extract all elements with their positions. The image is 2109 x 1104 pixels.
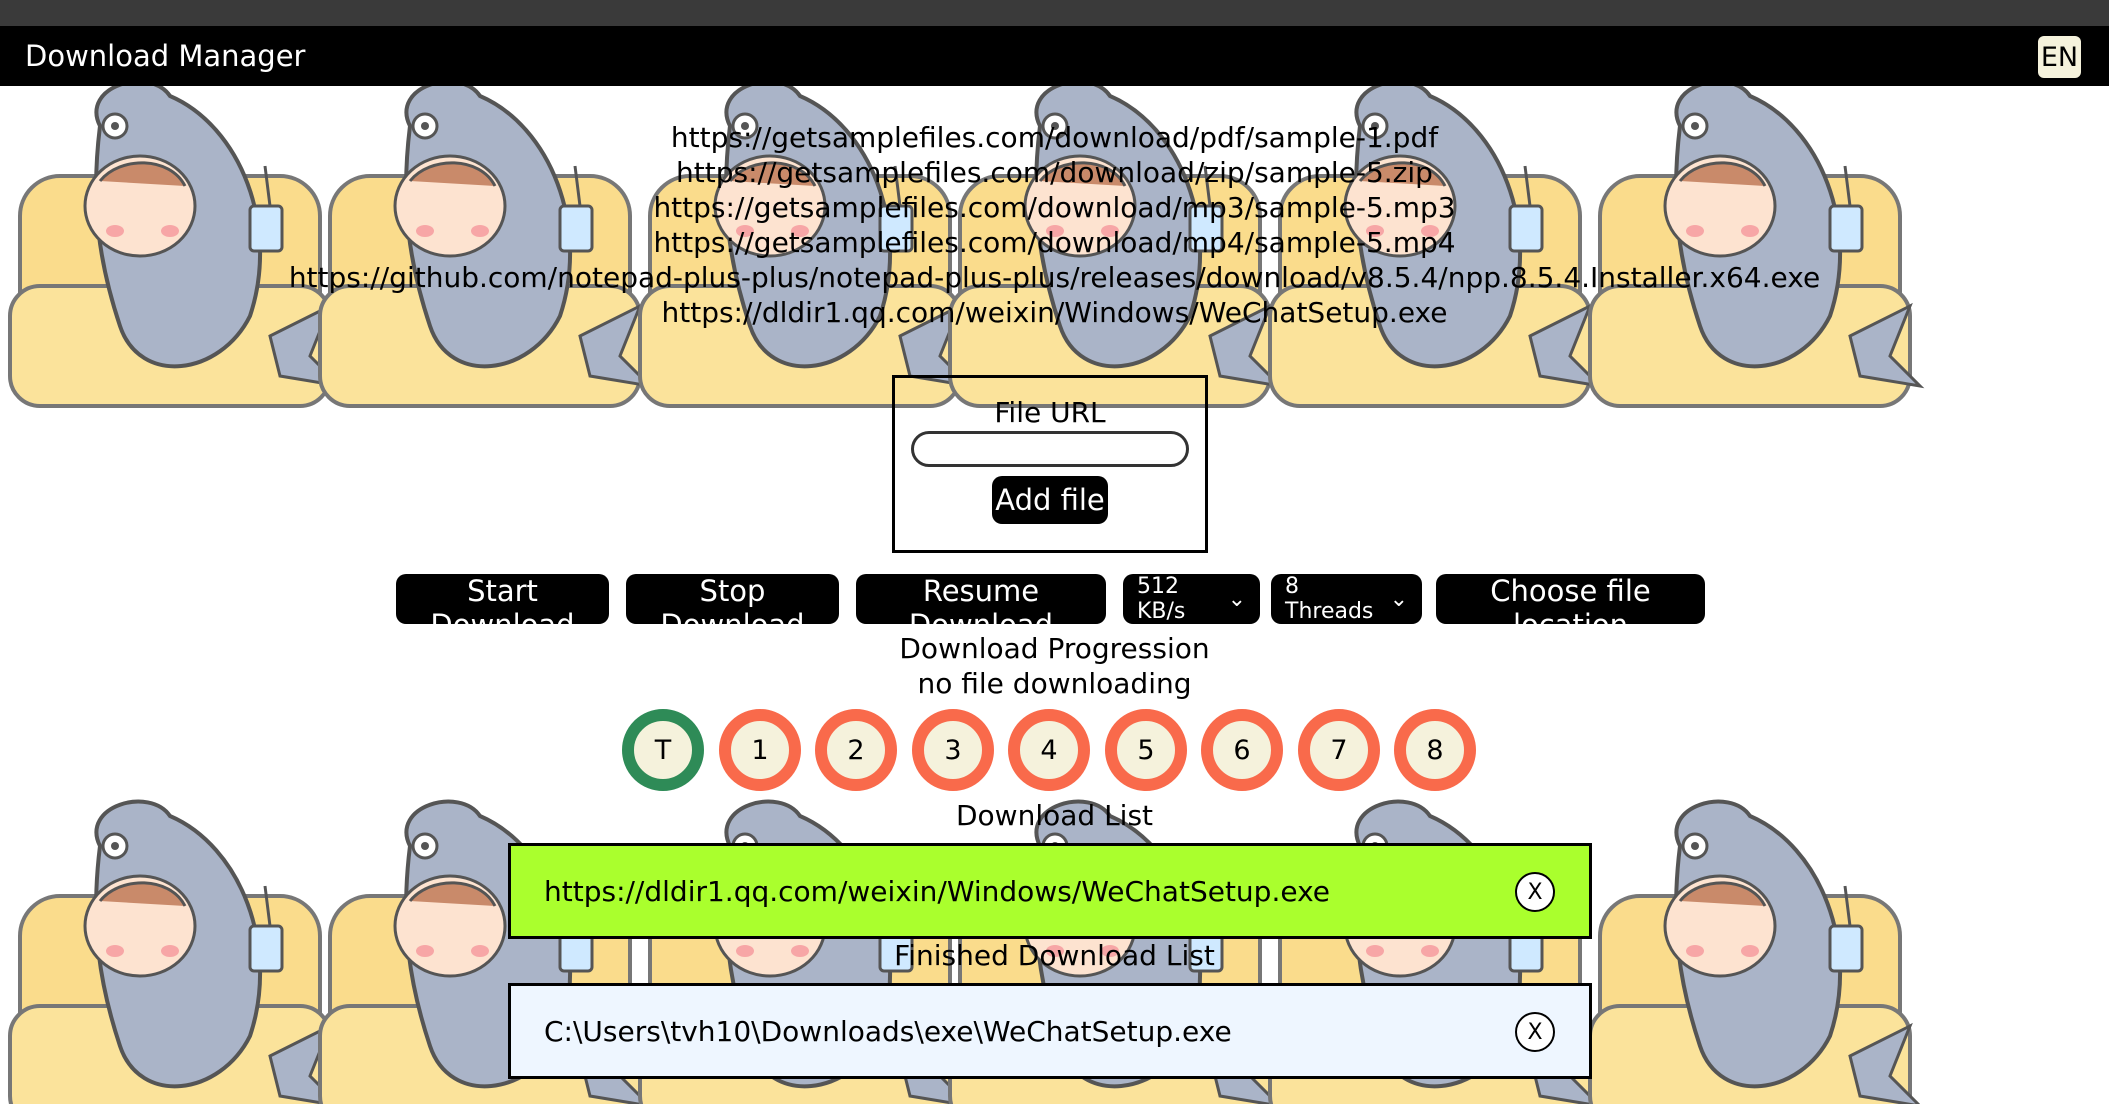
start-download-button[interactable]: Start Download (396, 574, 609, 642)
app-title: Download Manager (25, 39, 306, 73)
stop-download-button[interactable]: Stop Download (626, 574, 839, 642)
download-list-item: https://dldir1.qq.com/weixin/Windows/WeC… (508, 843, 1592, 939)
finished-list-title: Finished Download List (894, 939, 1215, 972)
choose-location-button[interactable]: Choose file location (1436, 574, 1705, 642)
thread-indicator: 8 (1394, 709, 1476, 791)
thread-indicator: 7 (1298, 709, 1380, 791)
sample-url: https://getsamplefiles.com/download/mp3/… (653, 191, 1456, 224)
threads-select[interactable]: 8 Threads ⌄ (1271, 574, 1422, 624)
thread-indicator: 1 (719, 709, 801, 791)
sample-url: https://getsamplefiles.com/download/zip/… (676, 156, 1433, 189)
speed-value: 512 KB/s (1137, 574, 1186, 624)
finished-list-item: C:\Users\tvh10\Downloads\exe\WeChatSetup… (508, 983, 1592, 1079)
remove-download-button[interactable]: X (1515, 872, 1555, 912)
thread-indicator: 4 (1008, 709, 1090, 791)
thread-indicator: 5 (1105, 709, 1187, 791)
file-url-input[interactable] (911, 431, 1189, 467)
finished-path: C:\Users\tvh10\Downloads\exe\WeChatSetup… (544, 1014, 1232, 1048)
app-header: Download Manager EN (0, 26, 2109, 86)
download-url: https://dldir1.qq.com/weixin/Windows/WeC… (544, 874, 1331, 908)
resume-download-button[interactable]: Resume Download (856, 574, 1106, 642)
sample-url: https://github.com/notepad-plus-plus/not… (288, 261, 1821, 294)
sample-url: https://dldir1.qq.com/weixin/Windows/WeC… (661, 296, 1448, 329)
thread-indicator: 2 (815, 709, 897, 791)
window-top-strip (0, 0, 2109, 26)
chevron-down-icon: ⌄ (1227, 586, 1246, 612)
sample-url: https://getsamplefiles.com/download/mp4/… (653, 226, 1456, 259)
download-list-title: Download List (955, 799, 1154, 832)
language-toggle-button[interactable]: EN (2038, 36, 2081, 78)
thread-indicator: 3 (912, 709, 994, 791)
chevron-down-icon: ⌄ (1389, 586, 1408, 612)
thread-indicator: 6 (1201, 709, 1283, 791)
sample-url-list: https://getsamplefiles.com/download/pdf/… (0, 120, 2109, 330)
progress-status: no file downloading (917, 667, 1192, 700)
remove-finished-button[interactable]: X (1515, 1012, 1555, 1052)
add-file-panel: File URL Add file (892, 375, 1208, 553)
thread-indicator-total: T (622, 709, 704, 791)
progress-title: Download Progression (899, 632, 1210, 665)
sample-url: https://getsamplefiles.com/download/pdf/… (670, 121, 1439, 154)
add-file-button[interactable]: Add file (992, 476, 1108, 524)
threads-value: 8 Threads (1285, 574, 1374, 624)
file-url-label: File URL (994, 396, 1106, 429)
speed-select[interactable]: 512 KB/s ⌄ (1123, 574, 1260, 624)
